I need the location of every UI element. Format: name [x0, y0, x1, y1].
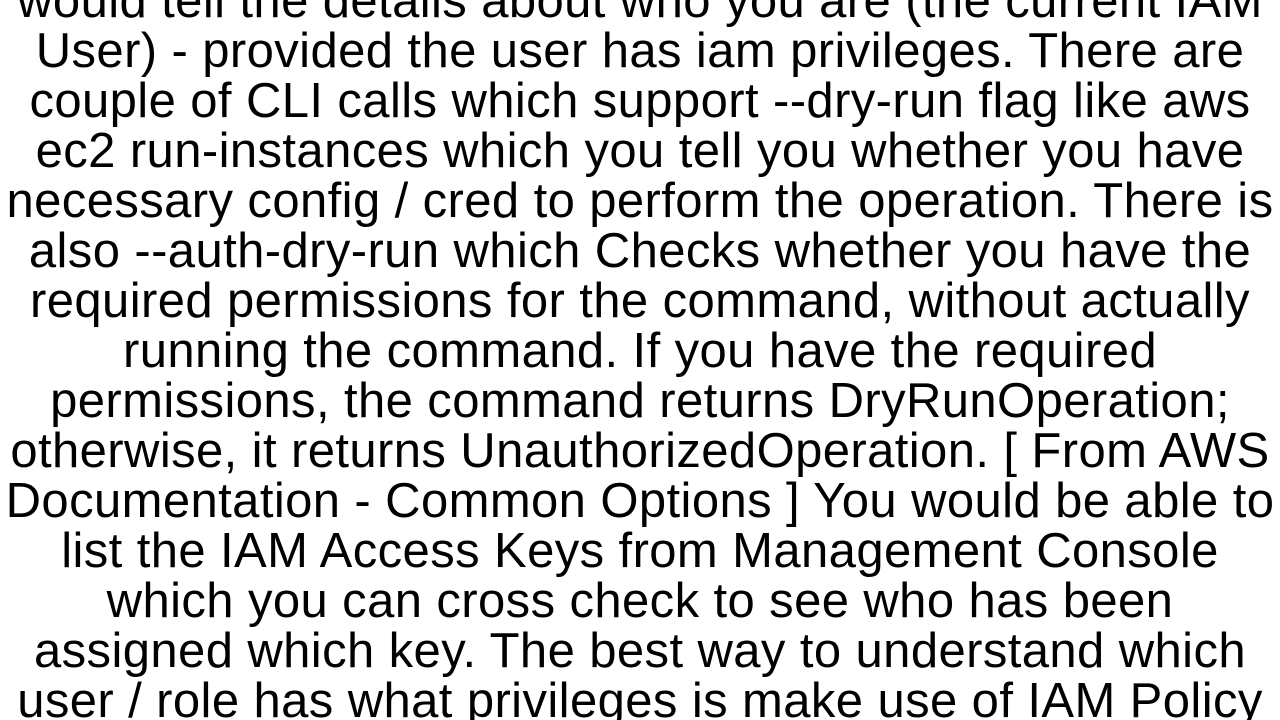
- body-paragraph: would tell the details about who you are…: [0, 0, 1280, 720]
- document-page: would tell the details about who you are…: [0, 0, 1280, 720]
